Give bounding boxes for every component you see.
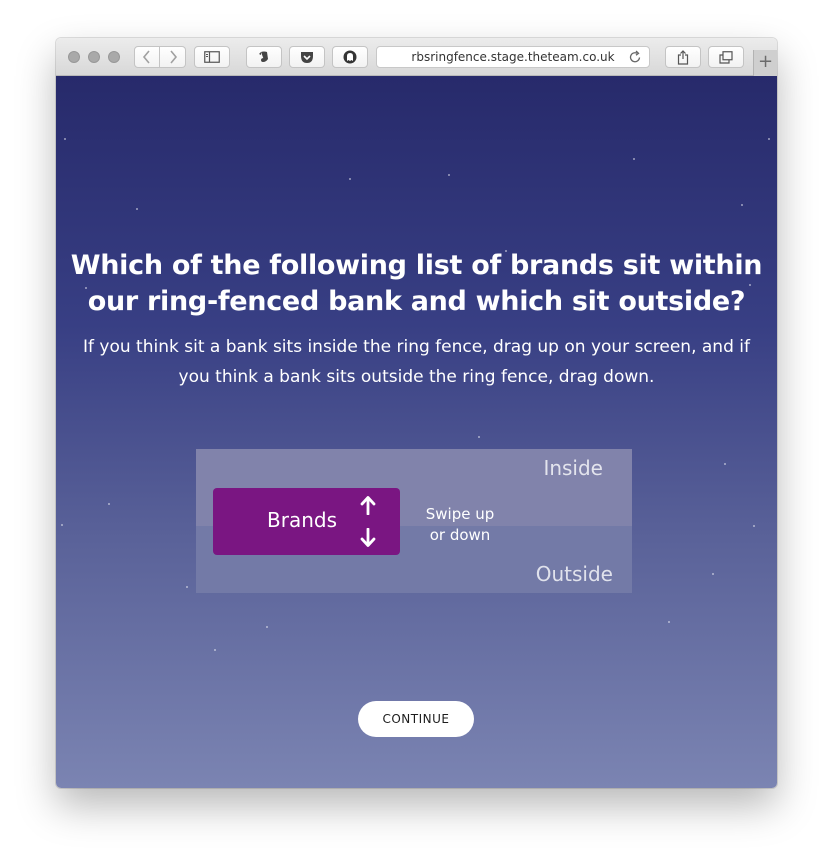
reload-icon[interactable] (629, 50, 642, 64)
outside-label: Outside (535, 562, 613, 586)
tabs-overview-icon (719, 50, 733, 64)
share-icon (677, 49, 689, 65)
star-decoration (64, 138, 66, 140)
close-window-button[interactable] (68, 51, 80, 63)
plus-icon: + (757, 51, 774, 72)
forward-button[interactable] (160, 46, 186, 68)
inside-label: Inside (543, 456, 603, 480)
instructions-line: If you think sit a bank sits inside the … (83, 337, 750, 357)
brand-card[interactable]: Brands (213, 488, 400, 555)
page-content: Which of the following list of brands si… (56, 76, 777, 788)
page-title: Which of the following list of brands si… (56, 248, 777, 320)
sidebar-icon (204, 51, 220, 63)
star-decoration (478, 436, 480, 438)
history-navigation (134, 46, 186, 68)
evernote-extension-button[interactable] (246, 46, 282, 68)
brand-card-label: Brands (267, 508, 337, 532)
star-decoration (712, 573, 714, 575)
browser-window: rbsringfence.stage.theteam.co.uk + Which… (56, 38, 777, 788)
chevron-right-icon (169, 50, 177, 64)
swipe-hint-line: or down (429, 526, 491, 544)
ghostery-extension-button[interactable] (332, 46, 368, 68)
continue-button[interactable]: CONTINUE (358, 701, 474, 737)
star-decoration (753, 525, 755, 527)
star-decoration (448, 174, 450, 176)
star-decoration (668, 621, 670, 623)
star-decoration (768, 138, 770, 140)
minimize-window-button[interactable] (88, 51, 100, 63)
elephant-icon (259, 51, 268, 62)
swipe-demo: Inside Outside Brands Swipe up or down (196, 449, 632, 593)
new-tab-button[interactable]: + (753, 50, 777, 76)
star-decoration (633, 158, 635, 160)
star-decoration (266, 626, 268, 628)
pocket-icon (301, 51, 313, 63)
star-decoration (186, 586, 188, 588)
ghost-icon (343, 50, 357, 64)
sidebar-toggle-button[interactable] (194, 46, 230, 68)
star-decoration (214, 649, 216, 651)
arrow-up-icon (360, 496, 376, 515)
star-decoration (136, 208, 138, 210)
pocket-extension-button[interactable] (289, 46, 325, 68)
instructions: If you think sit a bank sits inside the … (76, 332, 757, 392)
page-title-line: our ring-fenced bank and which sit outsi… (87, 286, 746, 317)
star-decoration (741, 204, 743, 206)
back-button[interactable] (134, 46, 160, 68)
url-text: rbsringfence.stage.theteam.co.uk (411, 50, 615, 64)
show-tabs-button[interactable] (708, 46, 744, 68)
arrow-down-icon (360, 528, 376, 547)
star-decoration (349, 178, 351, 180)
instructions-line: you think a bank sits outside the ring f… (178, 367, 655, 387)
share-button[interactable] (665, 46, 701, 68)
swipe-hint-line: Swipe up (425, 505, 495, 523)
star-decoration (61, 524, 63, 526)
browser-toolbar: rbsringfence.stage.theteam.co.uk + (56, 38, 777, 76)
swipe-hint: Swipe up or down (416, 504, 504, 546)
address-bar[interactable]: rbsringfence.stage.theteam.co.uk (376, 46, 650, 68)
zoom-window-button[interactable] (108, 51, 120, 63)
page-title-line: Which of the following list of brands si… (70, 250, 763, 281)
star-decoration (108, 503, 110, 505)
chevron-left-icon (142, 50, 150, 64)
star-decoration (724, 463, 726, 465)
